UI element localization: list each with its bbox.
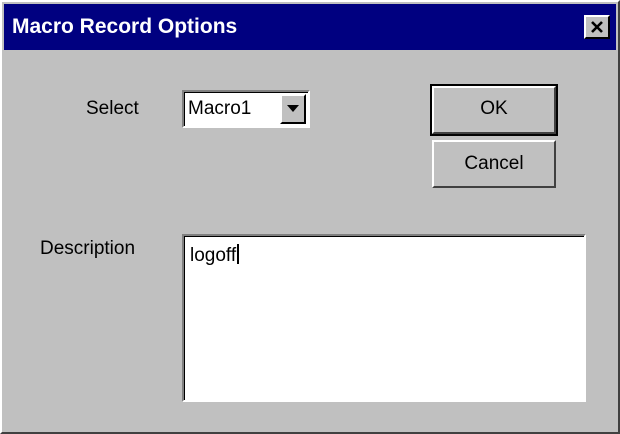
- ok-button[interactable]: OK: [430, 84, 558, 136]
- close-icon: [591, 21, 603, 33]
- chevron-down-icon: [287, 105, 299, 112]
- description-textarea[interactable]: logoff: [182, 234, 586, 402]
- dialog-title: Macro Record Options: [12, 15, 238, 38]
- title-bar[interactable]: Macro Record Options: [4, 4, 616, 50]
- macro-select-dropdown[interactable]: Macro1: [182, 90, 310, 128]
- description-value: logoff: [190, 245, 237, 266]
- cancel-button[interactable]: Cancel: [432, 140, 556, 188]
- dropdown-arrow-button[interactable]: [280, 94, 306, 124]
- description-label: Description: [40, 238, 136, 259]
- macro-record-options-dialog: Macro Record Options Select Macro1 OK Ca…: [0, 0, 620, 434]
- text-caret: [237, 244, 240, 264]
- select-label: Select: [86, 98, 139, 119]
- description-text: logoff: [190, 244, 240, 267]
- macro-select-value: Macro1: [188, 98, 252, 119]
- close-button[interactable]: [584, 15, 610, 39]
